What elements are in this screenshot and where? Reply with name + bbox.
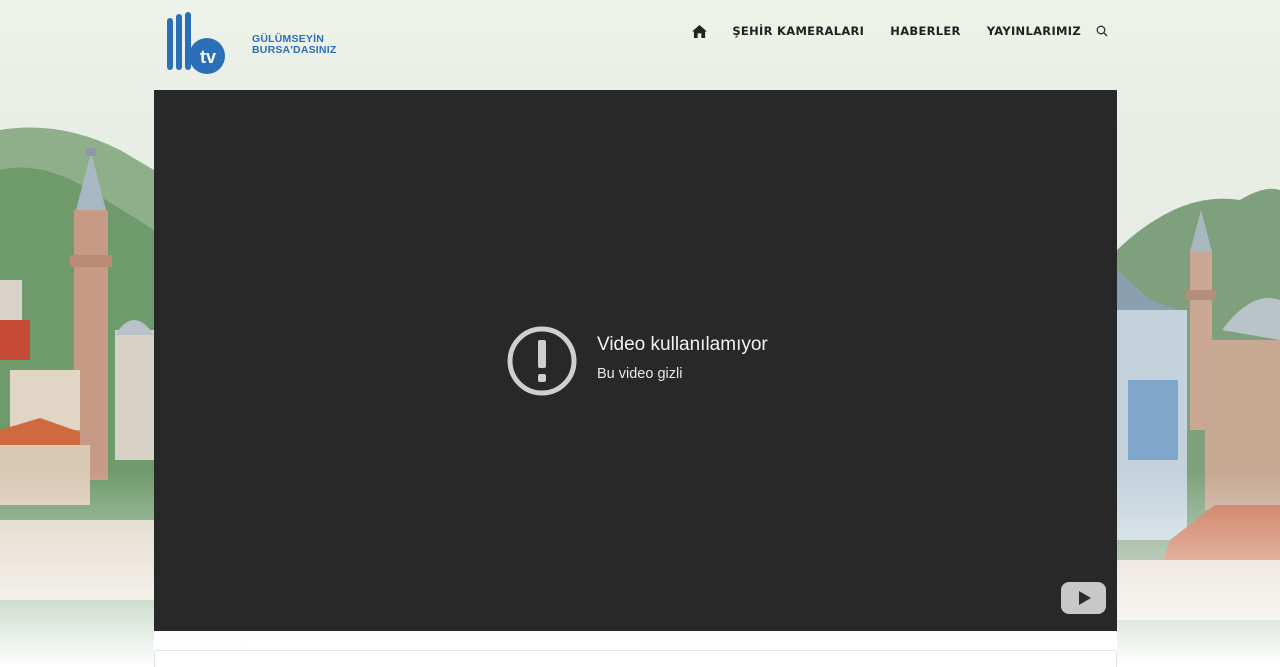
site-logo[interactable]: tv GÜLÜMSEYİN BURSA'DASINIZ: [165, 12, 365, 74]
error-title: Video kullanılamıyor: [597, 334, 768, 355]
logo-slogan: GÜLÜMSEYİN BURSA'DASINIZ: [252, 34, 336, 56]
home-icon: [692, 24, 708, 38]
youtube-play-icon[interactable]: [1061, 582, 1106, 614]
search-icon: [1096, 25, 1108, 37]
search-button[interactable]: [1096, 25, 1108, 37]
nav-haberler[interactable]: HABERLER: [890, 24, 960, 38]
logo-slogan-line2: BURSA'DASINIZ: [252, 44, 337, 56]
site-header: tv GÜLÜMSEYİN BURSA'DASINIZ ŞEHİR KAMERA…: [0, 0, 1280, 74]
video-player[interactable]: Video kullanılamıyor Bu video gizli: [154, 90, 1117, 631]
error-subtitle: Bu video gizli: [597, 366, 683, 382]
alert-circle-icon: [507, 326, 577, 396]
main-nav: ŞEHİR KAMERALARI HABERLER YAYINLARIMIZ: [692, 20, 1108, 42]
content-card: [154, 650, 1117, 667]
nav-home-link[interactable]: [692, 24, 708, 38]
logo-mark-label: tv: [200, 47, 217, 67]
nav-sehir-kameralari[interactable]: ŞEHİR KAMERALARI: [732, 24, 864, 38]
nav-yayinlarimiz[interactable]: YAYINLARIMIZ: [987, 24, 1081, 38]
logo-mark-icon: [167, 12, 225, 74]
